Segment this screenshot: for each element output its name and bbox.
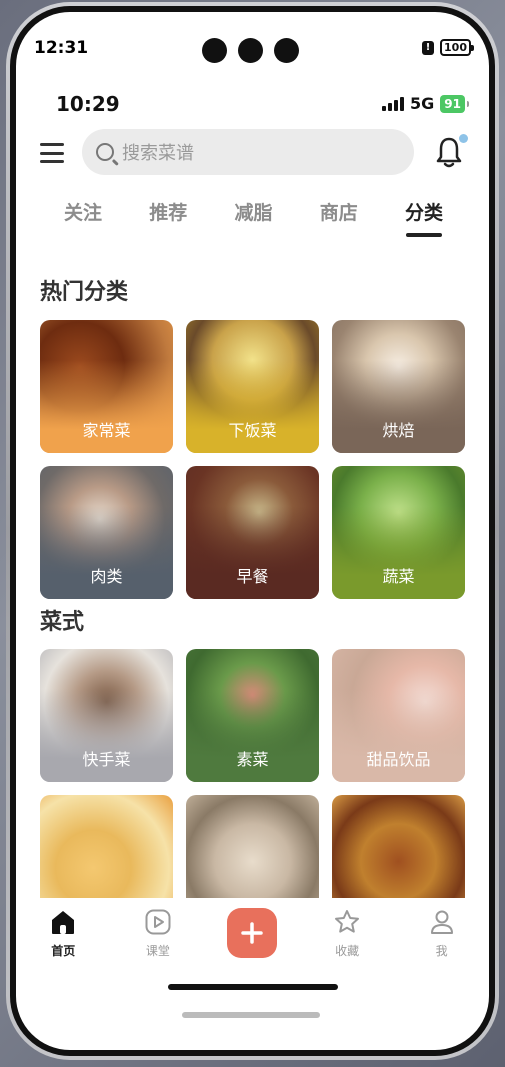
device-status-bar: 12:31 ! 100 [16,12,489,64]
app-battery: 91 [440,94,469,113]
category-card-rice-dish[interactable]: 下饭菜 [186,320,319,453]
phone-bezel: 12:31 ! 100 10:29 5G 91 搜索菜谱 关注 推荐 减脂 商店… [10,6,495,1056]
nav-label: 首页 [51,944,76,958]
menu-icon[interactable] [40,143,64,163]
section-title-style: 菜式 [40,610,85,635]
tab-diet[interactable]: 减脂 [226,198,280,225]
category-card-breakfast[interactable]: 早餐 [186,466,319,599]
device-time: 12:31 [34,38,89,58]
tab-category[interactable]: 分类 [397,198,451,225]
nav-label: 课堂 [145,944,170,958]
home-indicator [168,984,338,990]
card-label: 下饭菜 [228,421,277,440]
bottom-nav: 首页 课堂 收藏 我 [16,898,489,978]
nav-label: 我 [435,944,448,958]
camera-cutouts [202,38,299,63]
nav-label: 收藏 [335,944,360,958]
home-icon [52,911,75,934]
card-label: 甜品饮品 [366,750,431,769]
category-card-quick[interactable]: 快手菜 [40,649,173,782]
app-time: 10:29 [56,92,120,116]
camera-icon [238,38,263,63]
tab-recommend[interactable]: 推荐 [141,198,195,225]
category-card-meat[interactable]: 肉类 [40,466,173,599]
card-label: 肉类 [90,567,123,586]
signal-icon [382,96,405,111]
card-label: 素菜 [236,750,269,769]
plus-icon [241,922,264,944]
alert-icon: ! [422,40,435,55]
nav-favorites[interactable]: 收藏 [312,908,382,959]
search-bar[interactable]: 搜索菜谱 [82,129,414,175]
card-label: 家常菜 [82,421,131,440]
category-card-home-cooking[interactable]: 家常菜 [40,320,173,453]
device-status-right: ! 100 [422,39,474,56]
nav-profile[interactable]: 我 [407,908,477,959]
category-tabs: 关注 推荐 减脂 商店 分类 [56,198,451,225]
phone-frame: 12:31 ! 100 10:29 5G 91 搜索菜谱 关注 推荐 减脂 商店… [6,2,499,1060]
nav-classroom[interactable]: 课堂 [123,908,193,959]
tab-store[interactable]: 商店 [312,198,366,225]
star-icon [335,910,360,933]
play-icon [145,909,171,935]
screen: 12:31 ! 100 10:29 5G 91 搜索菜谱 关注 推荐 减脂 商店… [16,12,489,1050]
card-label: 烘焙 [382,421,415,440]
search-icon [96,143,114,161]
device-home-indicator [182,1012,320,1018]
camera-icon [202,38,227,63]
tab-follow[interactable]: 关注 [56,198,110,225]
card-label: 蔬菜 [382,567,415,586]
device-battery: 100 [440,39,474,56]
section-title-hot: 热门分类 [40,280,129,305]
notification-dot [459,134,468,143]
card-label: 快手菜 [82,750,131,769]
nav-add[interactable] [217,908,287,958]
category-card-vegetables[interactable]: 蔬菜 [332,466,465,599]
category-card-dessert-drinks[interactable]: 甜品饮品 [332,649,465,782]
add-button[interactable] [227,908,278,958]
network-type: 5G [410,94,435,113]
category-card-vegetarian[interactable]: 素菜 [186,649,319,782]
camera-icon [274,38,299,63]
nav-home[interactable]: 首页 [28,908,98,959]
hot-category-grid: 家常菜 下饭菜 烘焙 肉类 早餐 蔬菜 [40,320,465,599]
app-status-right: 5G 91 [382,94,469,113]
search-placeholder: 搜索菜谱 [122,143,194,164]
user-icon [430,910,453,934]
category-card-baking[interactable]: 烘焙 [332,320,465,453]
style-category-grid: 快手菜 素菜 甜品饮品 [40,649,465,928]
card-label: 早餐 [236,567,269,586]
